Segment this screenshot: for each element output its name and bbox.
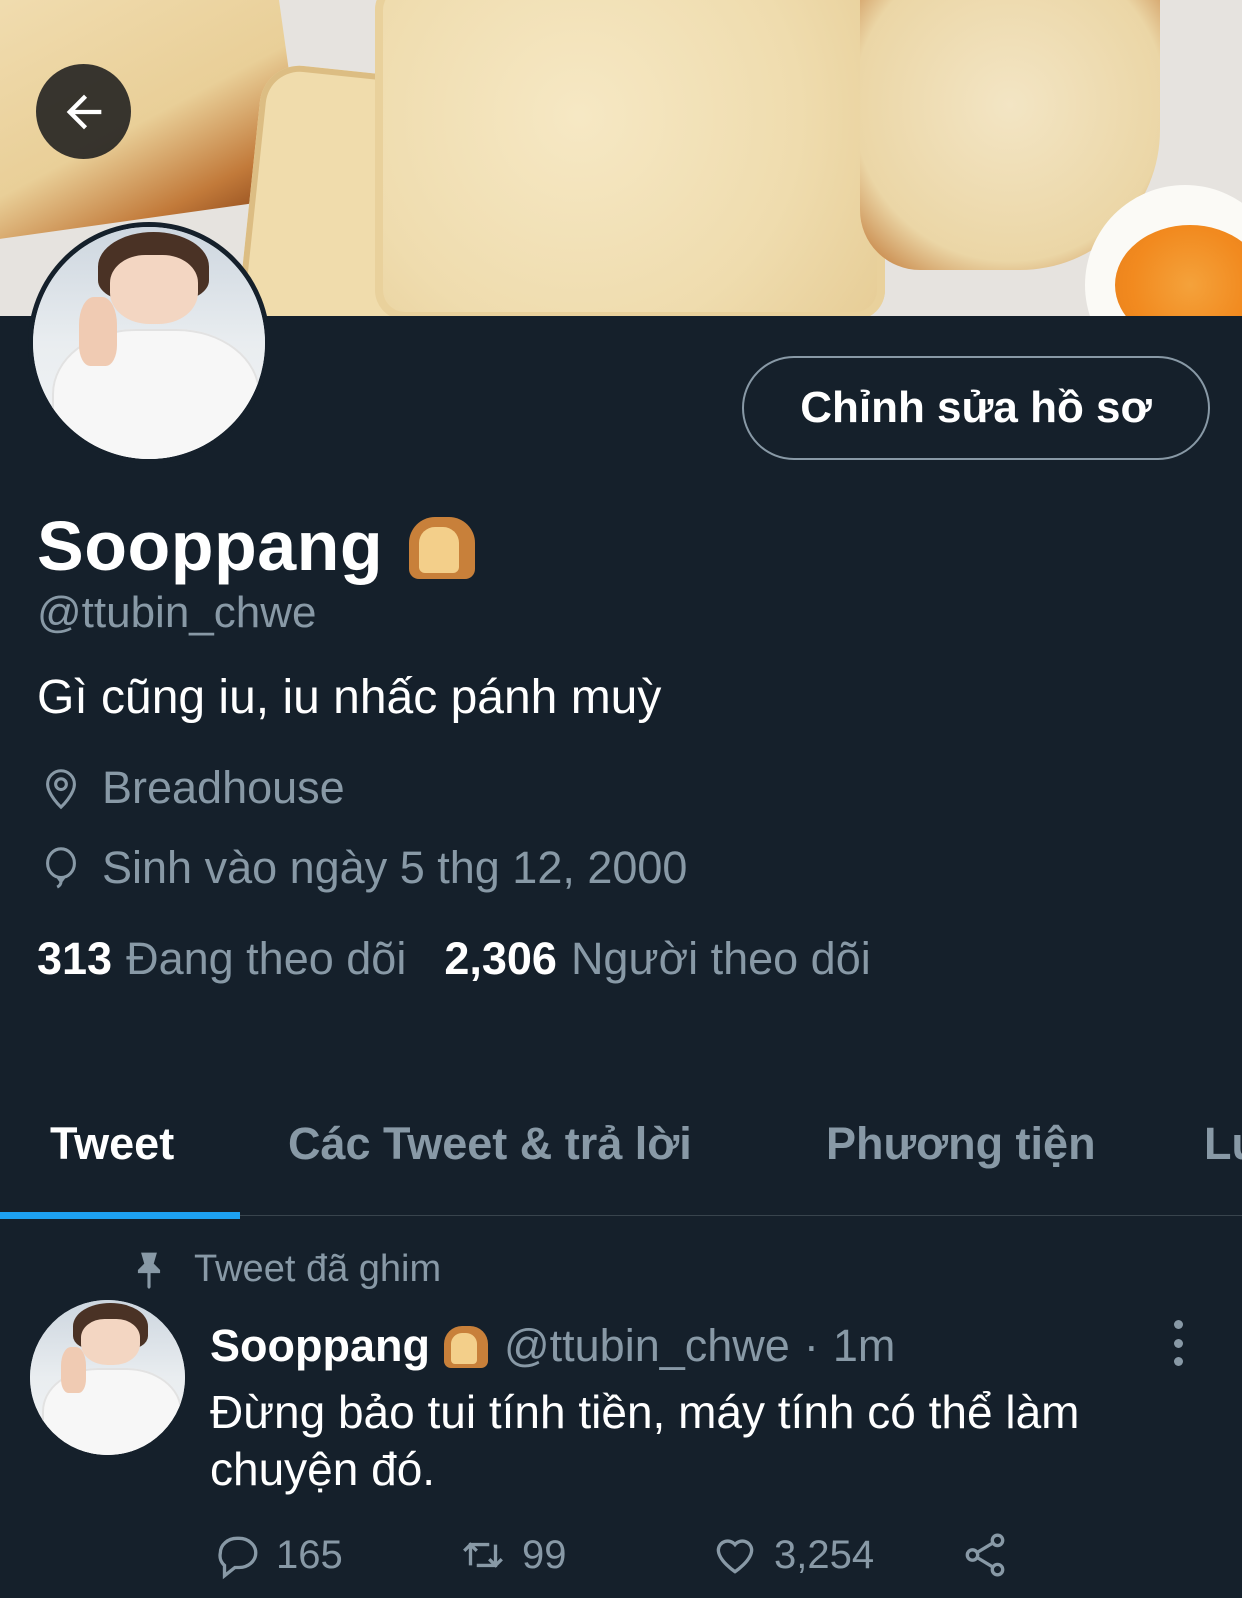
active-tab-indicator — [0, 1212, 240, 1219]
more-options-icon[interactable] — [1166, 1320, 1190, 1366]
like-count: 3,254 — [774, 1532, 875, 1577]
followers-label[interactable]: Người theo dõi — [571, 933, 871, 985]
heart-icon — [716, 1539, 754, 1574]
retweet-icon — [463, 1542, 503, 1568]
display-name-text: Sooppang — [37, 507, 384, 585]
profile-location: Breadhouse — [38, 762, 345, 814]
arrow-left-icon — [66, 94, 101, 129]
bread-emoji-icon — [409, 513, 476, 579]
profile-stats: 313 Đang theo dõi 2,306 Người theo dõi — [37, 933, 871, 985]
profile-tabs: Tweet Các Tweet & trả lời Phương tiện Lư — [0, 1076, 1242, 1216]
tweet-separator: · — [803, 1320, 819, 1371]
retweet-count: 99 — [522, 1532, 567, 1577]
tweet-header: Sooppang @ttubin_chwe · 1m — [210, 1320, 895, 1372]
tweet-actions: 165 99 3,254 — [0, 1530, 1242, 1590]
profile-display-name: Sooppang — [37, 506, 476, 586]
profile-avatar[interactable] — [28, 222, 270, 464]
tweet-author-name[interactable]: Sooppang — [210, 1320, 430, 1372]
bread-emoji-icon — [443, 1324, 488, 1368]
tweet-timestamp[interactable]: 1m — [833, 1320, 896, 1372]
tab-tweets-and-replies[interactable]: Các Tweet & trả lời — [288, 1118, 692, 1170]
reply-count: 165 — [276, 1532, 343, 1577]
profile-birthdate: Sinh vào ngày 5 thg 12, 2000 — [38, 842, 687, 894]
pinned-tweet-label: Tweet đã ghim — [130, 1248, 441, 1291]
back-button[interactable] — [36, 64, 131, 159]
retweet-button[interactable]: 99 — [458, 1530, 567, 1580]
location-text: Breadhouse — [102, 762, 345, 813]
tweet-author-handle[interactable]: @ttubin_chwe — [504, 1320, 790, 1372]
following-count[interactable]: 313 — [37, 933, 112, 985]
tab-likes[interactable]: Lư — [1204, 1118, 1242, 1170]
balloon-icon — [46, 847, 76, 889]
birthdate-text: Sinh vào ngày 5 thg 12, 2000 — [102, 842, 688, 893]
edit-profile-button[interactable]: Chỉnh sửa hồ sơ — [742, 356, 1210, 460]
reply-button[interactable]: 165 — [212, 1530, 343, 1580]
banner-bread-slice — [375, 0, 885, 316]
following-label[interactable]: Đang theo dõi — [126, 933, 406, 985]
location-pin-icon — [46, 769, 76, 810]
share-icon — [965, 1533, 1005, 1577]
profile-handle: @ttubin_chwe — [37, 588, 317, 637]
tweet-author-avatar[interactable] — [30, 1300, 185, 1455]
followers-count[interactable]: 2,306 — [444, 933, 557, 985]
reply-icon — [218, 1536, 258, 1580]
profile-bio: Gì cũng iu, iu nhấc pánh muỳ — [37, 671, 662, 724]
pin-icon — [137, 1252, 161, 1289]
pinned-text: Tweet đã ghim — [194, 1248, 442, 1290]
tab-media[interactable]: Phương tiện — [826, 1118, 1096, 1170]
share-button[interactable] — [960, 1530, 1024, 1580]
tweet-text: Đừng bảo tui tính tiền, máy tính có thể … — [210, 1386, 1080, 1495]
tab-tweets[interactable]: Tweet — [50, 1118, 174, 1170]
like-button[interactable]: 3,254 — [710, 1530, 874, 1580]
